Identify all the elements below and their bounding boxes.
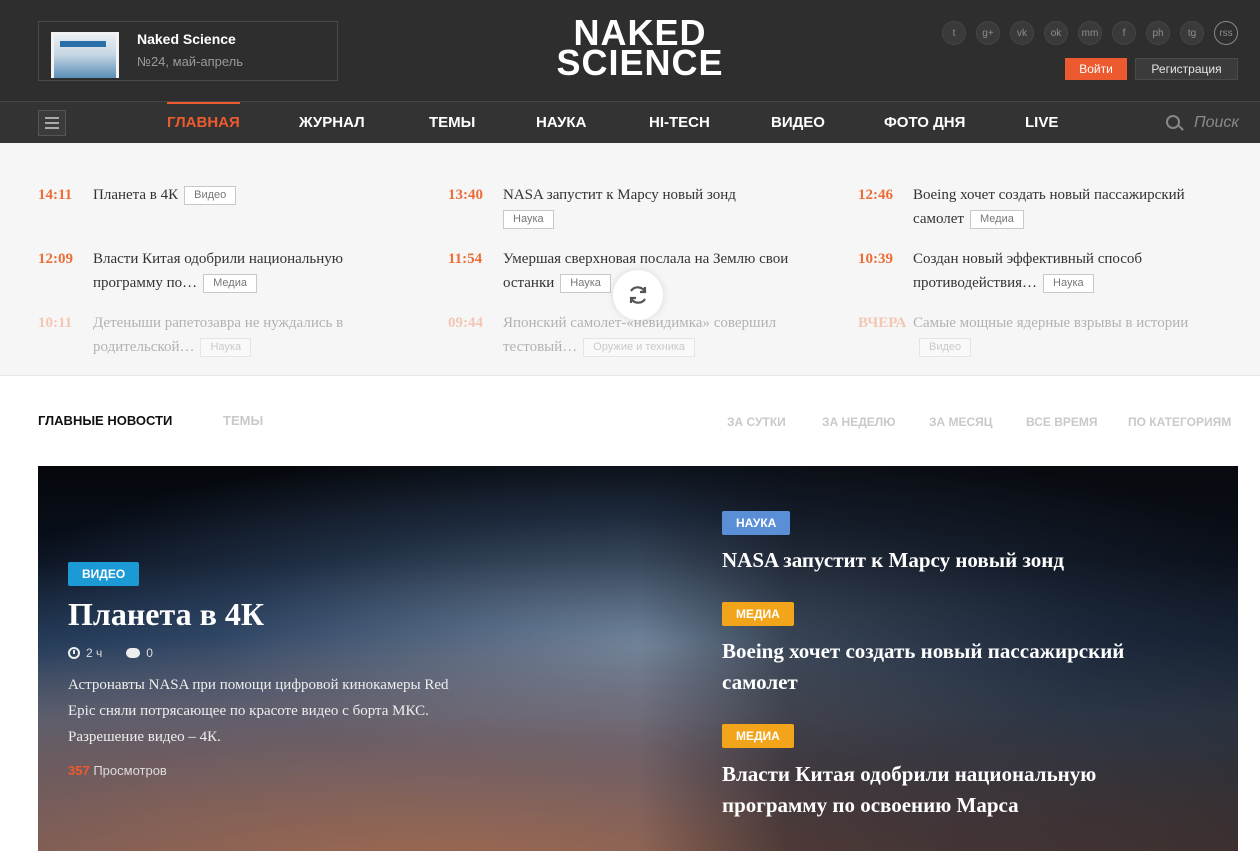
magazine-cover-image[interactable] [51, 32, 119, 78]
hero-title[interactable]: Планета в 4К [68, 596, 264, 633]
filter-month[interactable]: ЗА МЕСЯЦ [929, 415, 993, 429]
nav-item-hitech[interactable]: HI-TECH [649, 102, 710, 143]
news-tag[interactable]: Оружие и техника [583, 338, 696, 357]
nav-item-science[interactable]: НАУКА [536, 102, 586, 143]
hero-category-badge[interactable]: ВИДЕО [68, 562, 140, 586]
refresh-button[interactable] [613, 270, 663, 320]
side-news-title[interactable]: Boeing хочет создать новый пассажирский … [722, 636, 1202, 698]
featured-news[interactable]: ВИДЕО Планета в 4К 2 ч 0 Астронавты NASA… [38, 466, 1238, 851]
mymail-icon[interactable]: mm [1078, 21, 1102, 45]
telegram-icon[interactable]: tg [1180, 21, 1204, 45]
nav-item-photo[interactable]: ФОТО ДНЯ [884, 102, 965, 143]
hero-description: Астронавты NASA при помощи цифровой кино… [68, 677, 449, 745]
nav-item-themes[interactable]: ТЕМЫ [429, 102, 475, 143]
nav-item-main[interactable]: ГЛАВНАЯ [167, 102, 240, 143]
views-count: 357 [68, 763, 90, 778]
twitter-icon[interactable]: t [942, 21, 966, 45]
login-button[interactable]: Войти [1065, 58, 1127, 80]
rss-icon[interactable]: rss [1214, 21, 1238, 45]
nav-item-journal[interactable]: ЖУРНАЛ [299, 102, 365, 143]
tab-main-news[interactable]: ГЛАВНЫЕ НОВОСТИ [38, 413, 172, 428]
logo-line-2: SCIENCE [556, 42, 724, 83]
search-icon[interactable] [1166, 115, 1180, 129]
filter-week[interactable]: ЗА НЕДЕЛЮ [822, 415, 896, 429]
viber-icon[interactable]: ph [1146, 21, 1170, 45]
refresh-icon [629, 286, 647, 304]
news-title[interactable]: Планета в 4К [93, 187, 178, 203]
side-category-badge[interactable]: НАУКА [722, 511, 791, 535]
news-ticker: 14:11 Планета в 4К Видео 13:40 NASA запус… [0, 143, 1260, 376]
register-button[interactable]: Регистрация [1135, 58, 1238, 80]
vk-icon[interactable]: vk [1010, 21, 1034, 45]
hero-comments-count[interactable]: 0 [146, 646, 153, 660]
news-tag[interactable]: Медиа [203, 274, 257, 293]
news-time: 10:39 [858, 251, 893, 267]
news-time: 12:09 [38, 251, 73, 267]
news-title[interactable]: NASA запустит к Марсу новый зонд [503, 187, 736, 203]
top-header: Naked Science №24, май-апрель NAKED SCIE… [0, 0, 1260, 101]
site-logo[interactable]: NAKED SCIENCE [540, 15, 740, 83]
news-tag[interactable]: Наука [1043, 274, 1094, 293]
news-tag[interactable]: Видео [184, 186, 237, 205]
news-time: 10:11 [38, 315, 73, 331]
side-news-title[interactable]: NASA запустит к Марсу новый зонд [722, 545, 1202, 576]
side-category-badge[interactable]: МЕДИА [722, 724, 794, 748]
news-tag[interactable]: Видео [919, 338, 972, 357]
menu-icon[interactable] [38, 110, 66, 136]
views-label: Просмотров [93, 763, 167, 778]
news-time: ВЧЕРА [858, 315, 907, 331]
hero-meta: 2 ч 0 [68, 646, 153, 660]
comment-icon [126, 648, 141, 658]
news-title[interactable]: Самые мощные ядерные взрывы в истории [913, 315, 1188, 331]
news-tag[interactable]: Медиа [970, 210, 1024, 229]
nav-item-video[interactable]: ВИДЕО [771, 102, 825, 143]
news-time: 09:44 [448, 315, 483, 331]
hero-views: 357 Просмотров [68, 763, 167, 778]
side-news-title[interactable]: Власти Китая одобрили национальную прогр… [722, 759, 1202, 821]
odnoklassniki-icon[interactable]: ok [1044, 21, 1068, 45]
filter-day[interactable]: ЗА СУТКИ [727, 415, 786, 429]
hero-time-ago: 2 ч [86, 646, 103, 660]
search-input[interactable] [1192, 110, 1252, 136]
news-time: 13:40 [448, 187, 483, 203]
magazine-promo[interactable]: Naked Science №24, май-апрель [38, 21, 338, 81]
news-tag[interactable]: Наука [560, 274, 611, 293]
clock-icon [68, 647, 80, 659]
filter-all-time[interactable]: ВСЕ ВРЕМЯ [1026, 415, 1098, 429]
news-tabs: ГЛАВНЫЕ НОВОСТИ ТЕМЫ ЗА СУТКИ ЗА НЕДЕЛЮ … [0, 376, 1260, 466]
news-time: 14:11 [38, 187, 73, 203]
tab-themes[interactable]: ТЕМЫ [223, 413, 263, 428]
main-nav: ГЛАВНАЯ ЖУРНАЛ ТЕМЫ НАУКА HI-TECH ВИДЕО … [0, 101, 1260, 143]
filter-by-category[interactable]: ПО КАТЕГОРИЯМ [1128, 415, 1231, 429]
news-title[interactable]: Boeing хочет создать новый пассажирский … [913, 187, 1185, 227]
nav-item-live[interactable]: LIVE [1025, 102, 1058, 143]
news-title[interactable]: Создан новый эффективный способ противод… [913, 251, 1142, 291]
magazine-issue: №24, май-апрель [137, 54, 244, 69]
news-time: 12:46 [858, 187, 893, 203]
magazine-title[interactable]: Naked Science [137, 31, 236, 47]
facebook-icon[interactable]: f [1112, 21, 1136, 45]
news-tag[interactable]: Наука [503, 210, 554, 229]
google-plus-icon[interactable]: g+ [976, 21, 1000, 45]
side-category-badge[interactable]: МЕДИА [722, 602, 794, 626]
news-time: 11:54 [448, 251, 483, 267]
social-links: t g+ vk ok mm f ph tg rss [942, 21, 1238, 45]
news-tag[interactable]: Наука [200, 338, 252, 357]
